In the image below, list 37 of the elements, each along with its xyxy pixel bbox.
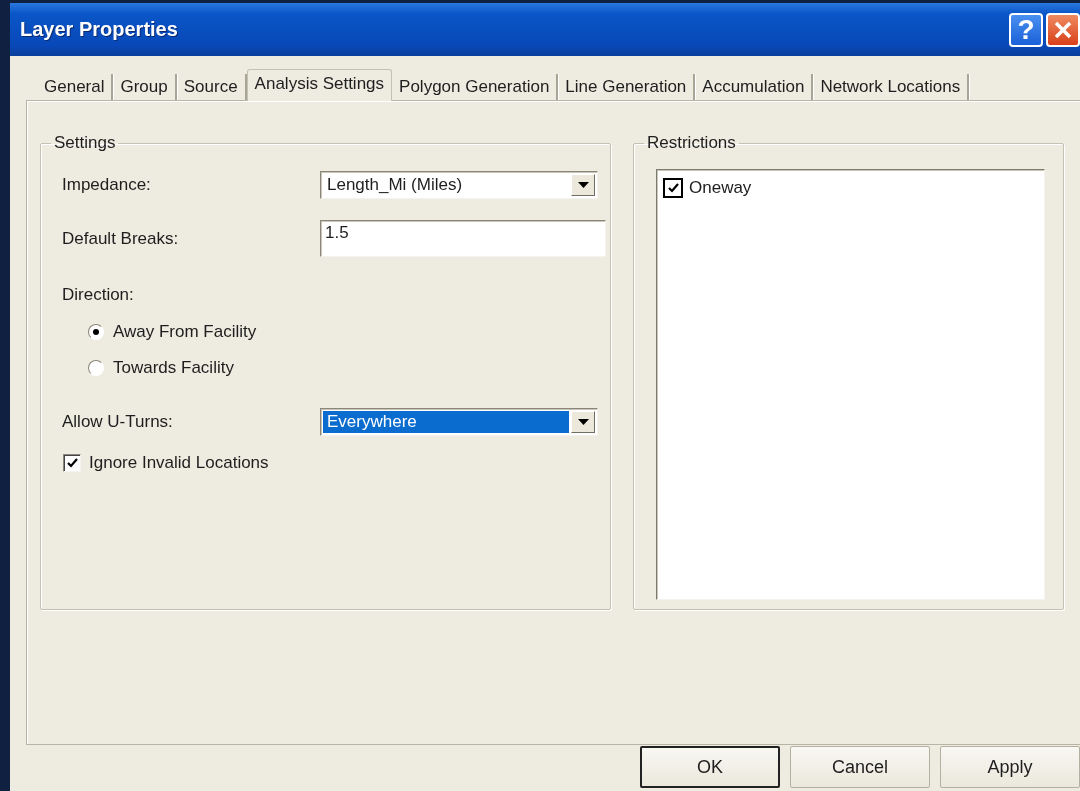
checkbox-label: Ignore Invalid Locations	[89, 453, 269, 473]
checkmark-icon	[667, 183, 679, 193]
checkbox[interactable]	[663, 178, 683, 198]
dialog-button[interactable]: OK	[640, 746, 780, 788]
radio-label: Towards Facility	[113, 358, 234, 378]
group-title: Restrictions	[646, 133, 737, 153]
close-icon	[1054, 20, 1072, 39]
dropdown[interactable]: Everywhere	[320, 408, 598, 436]
tab[interactable]: Line Generation	[558, 74, 696, 100]
checkmark-icon	[66, 458, 78, 468]
dropdown-arrow-button[interactable]	[571, 411, 595, 433]
dropdown[interactable]: Length_Mi (Miles)	[320, 171, 598, 199]
radio-label: Away From Facility	[113, 322, 257, 342]
field-label: Default Breaks:	[62, 228, 180, 249]
tab[interactable]: Accumulation	[695, 74, 814, 100]
tab[interactable]: Polygon Generation	[392, 74, 559, 100]
field-label: Allow U-Turns:	[62, 412, 174, 432]
tab[interactable]: Group	[113, 74, 177, 100]
tab[interactable]: Network Locations	[813, 74, 970, 100]
help-button[interactable]: ?	[1009, 12, 1043, 47]
field-label: Direction:	[62, 285, 135, 305]
tab[interactable]: General	[37, 74, 114, 100]
close-button[interactable]	[1046, 12, 1080, 47]
caret-icon	[577, 182, 589, 188]
text-field[interactable]: 1.5	[320, 220, 606, 257]
dialog-button[interactable]: Apply	[940, 746, 1080, 788]
field-label: Impedance:	[62, 175, 152, 195]
dialog-button[interactable]: Cancel	[790, 746, 930, 788]
checkbox-label: Oneway	[689, 178, 752, 198]
caret-icon	[577, 419, 589, 425]
radio-button[interactable]	[88, 360, 104, 376]
tab[interactable]: Analysis Settings	[246, 69, 393, 101]
dropdown-arrow-button[interactable]	[571, 174, 595, 196]
window-title: Layer Properties	[20, 18, 179, 41]
checkbox[interactable]	[63, 454, 81, 472]
radio-button[interactable]	[88, 324, 104, 340]
group-title: Settings	[53, 133, 117, 153]
